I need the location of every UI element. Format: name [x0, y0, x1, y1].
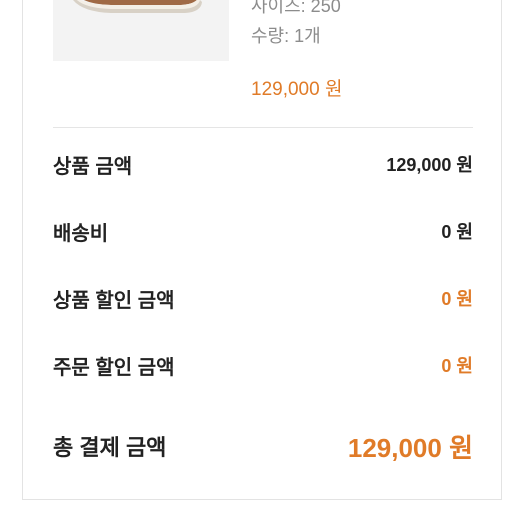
product-thumbnail[interactable]: [53, 0, 229, 61]
product-quantity: 수량: 1개: [251, 26, 321, 46]
summary-label: 주문 할인 금액: [53, 356, 175, 379]
summary-label: 배송비: [53, 222, 109, 245]
sneaker-icon: [73, 0, 202, 13]
summary-row-total: 총 결제 금액 129,000 원: [53, 428, 473, 464]
summary-label: 상품 할인 금액: [53, 289, 175, 312]
product-size: 사이즈: 250: [251, 0, 341, 16]
order-summary-card: 사이즈: 250 수량: 1개 129,000 원 상품 금액 129,000 …: [22, 0, 502, 500]
summary-value: 129,000 원: [386, 155, 473, 175]
summary-row-product-discount: 상품 할인 금액 0 원: [53, 283, 473, 313]
summary-row-order-discount: 주문 할인 금액 0 원: [53, 350, 473, 380]
product-price: 129,000 원: [251, 79, 343, 100]
summary-value: 0 원: [441, 289, 473, 309]
summary-label: 상품 금액: [53, 155, 133, 178]
total-label: 총 결제 금액: [53, 435, 167, 460]
summary-value: 0 원: [441, 222, 473, 242]
summary-row-shipping: 배송비 0 원: [53, 216, 473, 246]
total-value: 129,000 원: [347, 432, 473, 463]
summary-row-product-amount: 상품 금액 129,000 원: [53, 149, 473, 179]
divider: [53, 127, 473, 128]
summary-value: 0 원: [441, 356, 473, 376]
